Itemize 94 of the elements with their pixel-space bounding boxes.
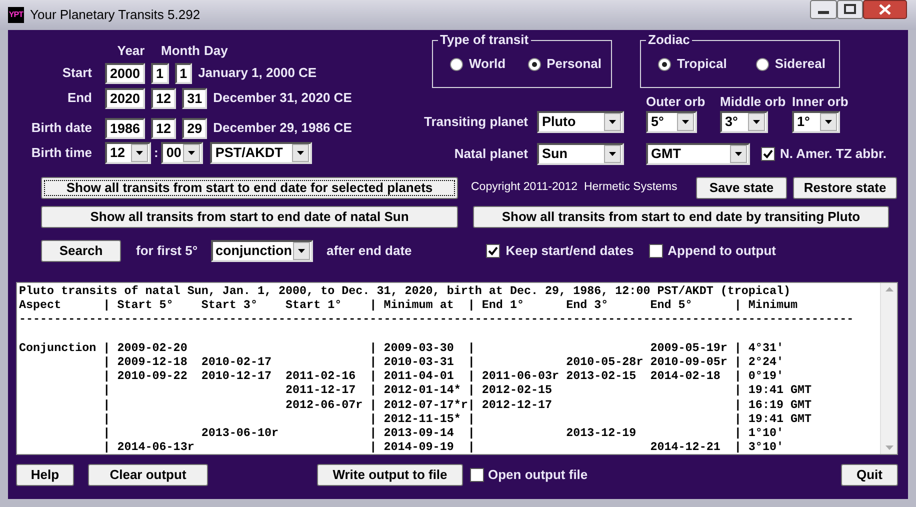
checkbox[interactable] xyxy=(761,147,775,161)
day-field[interactable]: 29 xyxy=(182,118,208,138)
radio-label: Tropical xyxy=(677,55,727,74)
output-row-text: | 2009-12-18 2010-02-17 | 2010-03-31 | 2010-05-28r 2010-09-05r | 2°24' xyxy=(102,355,784,370)
output-row-text: | | 2012-11-15* | | 19:41 GMT xyxy=(102,412,812,426)
close-icon[interactable] xyxy=(863,0,907,19)
radio-button[interactable] xyxy=(756,58,769,70)
caret-icon xyxy=(292,242,310,260)
column-label: Outer orb xyxy=(646,93,706,112)
date-text: December 29, 1986 CE xyxy=(213,119,352,138)
checkbox-label: Append to output xyxy=(668,242,776,260)
column-label: Day xyxy=(204,42,228,60)
output-row-text: | 2011-12-17 | 2012-01-14* | 2012-02-15 | 19:41 GMT xyxy=(102,383,812,398)
help-button[interactable]: Help xyxy=(16,464,74,486)
caret-icon xyxy=(604,113,621,131)
orb-dropdown[interactable]: 3° xyxy=(720,111,768,133)
hour-dropdown[interactable]: 12 xyxy=(105,142,151,164)
timezone-dropdown[interactable]: GMT xyxy=(646,143,750,165)
field-label: Natal planet xyxy=(453,145,528,164)
caret-icon xyxy=(820,113,837,131)
planet-dropdown[interactable]: Pluto xyxy=(537,111,624,133)
show-transits-button[interactable]: Show all transits from start to end date for selected planets xyxy=(41,177,458,199)
caret-icon xyxy=(183,144,200,162)
checkbox[interactable] xyxy=(648,244,663,258)
search-button[interactable]: Search xyxy=(41,240,121,262)
caret-icon xyxy=(748,113,765,131)
radio-label: Sidereal xyxy=(774,55,826,74)
radio-button[interactable] xyxy=(450,58,463,70)
radio-button[interactable] xyxy=(658,58,671,70)
show-transits-button[interactable]: Show all transits from start to end date of natal Sun xyxy=(41,206,458,228)
orb-dropdown[interactable]: 1° xyxy=(792,111,840,133)
output-row-text: | 2014-06-13r | 2014-09-19 | 2014-12-21 | 3°10' xyxy=(102,440,784,454)
month-field[interactable]: 1 xyxy=(151,62,169,84)
output-row-text: | 2013-06-10r | 2013-09-14 | 2013-12-19 | 1°10' xyxy=(102,426,784,440)
field-label: Start xyxy=(61,64,92,82)
year-field[interactable]: 2000 xyxy=(105,62,146,84)
output-header: Aspect | Start 5° Start 3° Start 1° | Minimum at | End 1° End 3° End 5° | Minimum xyxy=(19,298,798,312)
restore-button[interactable]: Restore state xyxy=(793,177,897,199)
radio-label: World xyxy=(469,55,506,74)
minute-dropdown[interactable]: 00 xyxy=(161,142,204,164)
field-label: Birth time xyxy=(30,144,92,162)
copyright-text: Copyright 2011-2012 Hermetic Systems xyxy=(471,180,678,196)
month-field[interactable]: 12 xyxy=(151,88,176,108)
scroll-up-icon xyxy=(884,286,894,292)
caret-icon xyxy=(730,145,747,163)
clear-button[interactable]: Clear output xyxy=(88,464,208,486)
caret-icon xyxy=(292,144,310,162)
column-label: Month xyxy=(161,42,200,60)
column-label: Inner orb xyxy=(792,93,848,112)
time-separator: : xyxy=(154,144,158,162)
output-row: Conjunction | 2009-02-20 | 2009-03-30 | 2009-05-19r | 4°31' xyxy=(19,340,784,355)
checkbox-label: N. Amer. TZ abbr. xyxy=(780,145,886,164)
orb-dropdown[interactable]: 5° xyxy=(646,111,697,133)
output-row-text: | 2012-06-07r | 2012-07-17*r| 2012-12-17 | 16:19 GMT xyxy=(102,398,812,412)
show-transits-button[interactable]: Show all transits from start to end date by transiting Pluto xyxy=(473,206,889,228)
field-label: End xyxy=(66,89,92,108)
zone-dropdown[interactable]: PST/AKDT xyxy=(210,142,312,164)
search-text: for first 5° xyxy=(136,242,198,260)
window-title: Your Planetary Transits 5.292 xyxy=(30,6,200,24)
checkbox[interactable] xyxy=(470,468,484,482)
radio-button[interactable] xyxy=(528,58,541,70)
radio-label: Personal xyxy=(546,55,602,74)
planet-dropdown[interactable]: Sun xyxy=(537,143,624,165)
checkbox[interactable] xyxy=(486,244,500,258)
scroll-down-icon xyxy=(884,445,894,451)
output-title: Pluto transits of natal Sun, Jan. 1, 2000, to Dec. 31, 2020, birth at Dec. 29, 1986, 12:00 PST/AKDT (tropical) xyxy=(19,284,791,298)
day-field[interactable]: 1 xyxy=(174,62,192,84)
year-field[interactable]: 1986 xyxy=(105,118,146,138)
year-field[interactable]: 2020 xyxy=(105,88,146,108)
field-label: Birth date xyxy=(30,119,92,138)
maximize-icon[interactable] xyxy=(837,0,863,19)
checkbox-label: Open output file xyxy=(488,466,588,484)
caret-icon xyxy=(677,113,694,131)
month-field[interactable]: 12 xyxy=(151,118,176,138)
group-title: Type of transit xyxy=(438,32,531,48)
caret-icon xyxy=(604,145,621,163)
field-label: Transiting planet xyxy=(422,113,528,132)
output-row-text: | 2010-09-22 2010-12-17 2011-02-16 | 2011-04-01 | 2011-06-03r 2013-02-15 2014-02-18 | 0°19' xyxy=(102,369,784,384)
date-text: December 31, 2020 CE xyxy=(213,89,352,108)
quit-button[interactable]: Quit xyxy=(841,464,898,486)
checkbox-label: Keep start/end dates xyxy=(506,242,634,260)
write-file-button[interactable]: Write output to file xyxy=(317,464,463,486)
day-field[interactable]: 31 xyxy=(182,88,208,108)
app-logo: YPT xyxy=(8,7,24,23)
date-text: January 1, 2000 CE xyxy=(198,64,317,82)
scrollbar[interactable] xyxy=(880,283,897,454)
search-text: after end date xyxy=(326,242,412,260)
save-button[interactable]: Save state xyxy=(696,177,787,199)
aspect-dropdown[interactable]: conjunction xyxy=(210,240,313,262)
separator-line: ----------------------------------------------------------------------------------------------------------------------- xyxy=(19,312,854,327)
caret-icon xyxy=(131,144,148,162)
column-label: Middle orb xyxy=(720,93,787,112)
column-label: Year xyxy=(116,42,146,60)
minimize-icon[interactable] xyxy=(810,0,837,19)
